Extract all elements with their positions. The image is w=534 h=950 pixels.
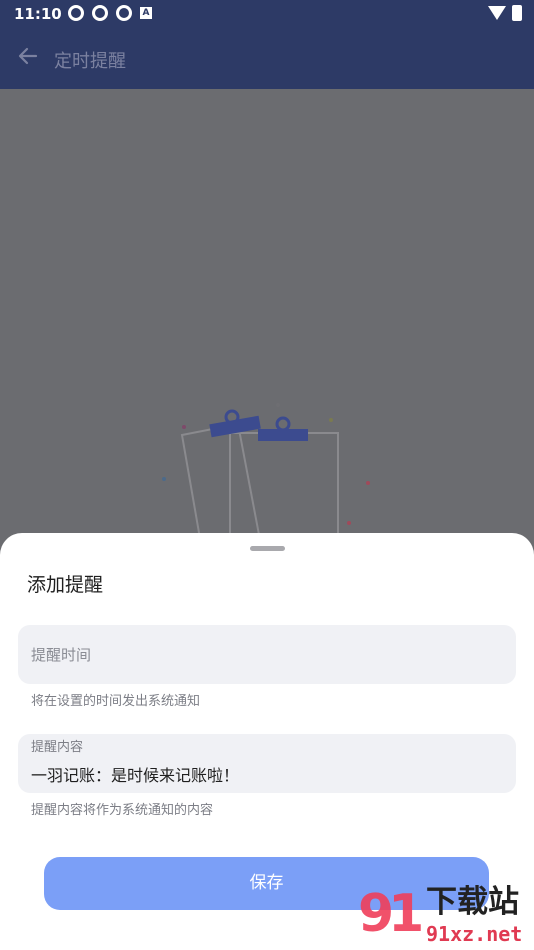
a-notification-icon: A (140, 7, 152, 19)
reminder-content-label: 提醒内容 (31, 740, 84, 755)
app-notification-icon (116, 5, 132, 21)
watermark-name: 下载站 (426, 884, 519, 920)
watermark-number: 91 (358, 884, 424, 944)
sheet-drag-handle[interactable] (250, 546, 285, 551)
status-time: 11:10 (14, 5, 62, 23)
reminder-content-value[interactable]: 一羽记账：是时候来记账啦！ (31, 762, 239, 786)
watermark-url: 91xz.net (426, 922, 523, 946)
empty-clipboard-illustration (162, 403, 370, 550)
watermark-logo: 91 下载站 91xz.net (358, 884, 534, 950)
reminder-content-field[interactable]: 提醒内容 一羽记账：是时候来记账啦！ (18, 734, 516, 793)
app-notification-icon (92, 5, 108, 21)
back-arrow-icon[interactable] (16, 44, 40, 68)
reminder-time-field[interactable]: 提醒时间 (18, 625, 516, 684)
wifi-icon (488, 6, 506, 20)
reminder-content-helper: 提醒内容将作为系统通知的内容 (31, 803, 214, 818)
battery-icon (512, 5, 522, 21)
sheet-title: 添加提醒 (27, 574, 104, 596)
page-title: 定时提醒 (54, 51, 126, 72)
app-bar: 定时提醒 (0, 28, 534, 89)
reminder-time-placeholder: 提醒时间 (31, 646, 92, 664)
status-bar: 11:10 A (0, 0, 534, 28)
notification-icons: A (68, 5, 152, 21)
reminder-time-helper: 将在设置的时间发出系统通知 (31, 694, 201, 709)
app-notification-icon (68, 5, 84, 21)
